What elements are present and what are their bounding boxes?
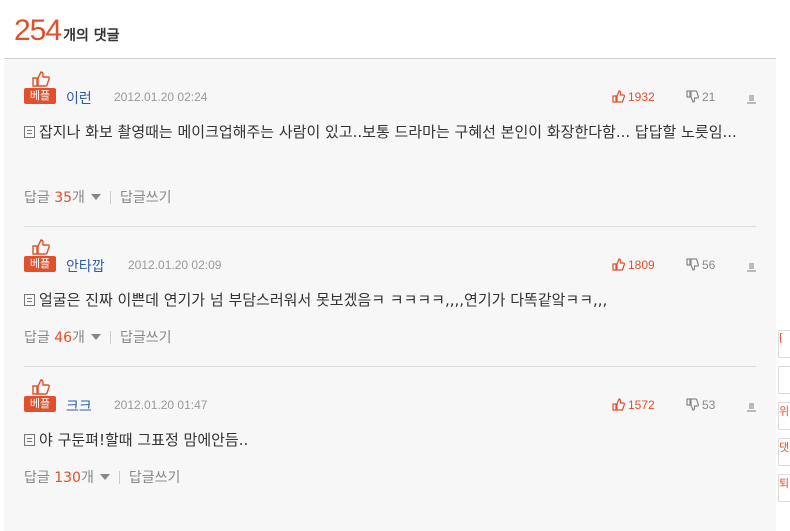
replies-toggle[interactable]: 답글 35개 [24, 190, 101, 206]
caret-down-icon [99, 474, 110, 480]
best-badge-label: 베플 [24, 256, 56, 272]
comment-text-content: 야 구둔펴!할때 그표정 맘에안듬.. [39, 431, 249, 449]
comment-nickname[interactable]: 안타깝 [66, 256, 105, 276]
thumbs-up-icon [612, 258, 625, 271]
comment-text: 잡지나 화보 촬영때는 메이크업해주는 사람이 있고..보통 드라마는 구혜선 … [24, 119, 764, 145]
comment-footer: 답글 46개 답글쓰기 [24, 327, 171, 347]
downvote-button[interactable]: 53 [686, 398, 715, 412]
comments-header: 254 개의 댓글 [14, 14, 119, 54]
downvote-count: 53 [702, 398, 716, 412]
downvote-button[interactable]: 56 [686, 258, 715, 272]
upvote-count: 1809 [628, 258, 655, 272]
upvote-count: 1932 [628, 90, 655, 104]
downvote-count: 21 [702, 90, 716, 104]
comment-nickname[interactable]: 이런 [66, 88, 92, 108]
document-icon [24, 294, 35, 306]
write-reply-link[interactable]: 답글쓰기 [120, 330, 172, 346]
report-icon[interactable] [746, 258, 757, 277]
side-tab[interactable]: [ [778, 330, 790, 358]
footer-separator [109, 331, 111, 344]
reply-count: 35 [54, 190, 73, 206]
thumbs-down-icon [686, 258, 699, 271]
report-icon[interactable] [746, 398, 757, 417]
side-tab[interactable]: 퇴 [778, 474, 790, 502]
replies-label: 답글 [24, 470, 50, 486]
upvote-button[interactable]: 1572 [612, 398, 655, 412]
comment-text-content: 얼굴은 진짜 이쁜데 연기가 넘 부담스러워서 못보겠음ㅋ ㅋㅋㅋㅋ,,,,연기… [39, 291, 608, 309]
upvote-button[interactable]: 1809 [612, 258, 655, 272]
best-comments-panel: 베플 이런 2012.01.20 02:24 1932 21 잡지나 화보 촬영… [4, 59, 776, 531]
comment-divider [24, 226, 756, 227]
upvote-button[interactable]: 1932 [612, 90, 655, 104]
comment-text: 야 구둔펴!할때 그표정 맘에안듬.. [24, 427, 764, 453]
side-tab-label: 위 [779, 405, 790, 418]
thumbs-up-icon [32, 71, 50, 87]
replies-toggle[interactable]: 답글 130개 [24, 470, 110, 486]
report-icon[interactable] [746, 90, 757, 109]
side-tab-label: 댓 [779, 441, 790, 454]
replies-label: 답글 [24, 330, 50, 346]
comment-divider [24, 366, 756, 367]
comment-count: 254 [14, 14, 62, 47]
thumbs-up-icon [32, 379, 50, 395]
write-reply-link[interactable]: 답글쓰기 [120, 190, 172, 206]
thumbs-down-icon [686, 90, 699, 103]
side-tab[interactable]: 댓 [778, 438, 790, 466]
comment-footer: 답글 130개 답글쓰기 [24, 467, 180, 487]
replies-label: 답글 [24, 190, 50, 206]
write-reply-link[interactable]: 답글쓰기 [129, 470, 181, 486]
downvote-count: 56 [702, 258, 716, 272]
side-tab-label: [ [779, 331, 784, 344]
reply-unit: 개 [80, 470, 94, 486]
reply-count: 46 [54, 330, 73, 346]
best-badge: 베플 [24, 71, 58, 104]
upvote-count: 1572 [628, 398, 655, 412]
comment-date: 2012.01.20 01:47 [114, 398, 208, 412]
comment-text-content: 잡지나 화보 촬영때는 메이크업해주는 사람이 있고..보통 드라마는 구혜선 … [39, 123, 737, 141]
comment-nickname[interactable]: 크크 [66, 396, 92, 416]
best-badge: 베플 [24, 379, 58, 412]
document-icon [24, 126, 35, 138]
comment-date: 2012.01.20 02:09 [128, 258, 222, 272]
best-badge-label: 베플 [24, 88, 56, 104]
side-tab-label: 퇴 [779, 477, 790, 490]
footer-separator [118, 471, 120, 484]
reply-unit: 개 [72, 330, 85, 346]
caret-down-icon [90, 194, 101, 200]
comment-text: 얼굴은 진짜 이쁜데 연기가 넘 부담스러워서 못보겠음ㅋ ㅋㅋㅋㅋ,,,,연기… [24, 287, 764, 313]
caret-down-icon [90, 334, 101, 340]
side-tab[interactable] [778, 366, 790, 394]
thumbs-down-icon [686, 398, 699, 411]
replies-toggle[interactable]: 답글 46개 [24, 330, 101, 346]
reply-unit: 개 [72, 190, 85, 206]
comment-count-label: 개의 댓글 [63, 28, 120, 44]
downvote-button[interactable]: 21 [686, 90, 715, 104]
comment-date: 2012.01.20 02:24 [114, 90, 208, 104]
best-badge-label: 베플 [24, 396, 56, 412]
best-badge: 베플 [24, 239, 58, 272]
thumbs-up-icon [612, 90, 625, 103]
thumbs-up-icon [32, 239, 50, 255]
comment-footer: 답글 35개 답글쓰기 [24, 187, 171, 207]
reply-count: 130 [54, 470, 81, 486]
footer-separator [109, 191, 111, 204]
side-tab[interactable]: 위 [778, 402, 790, 430]
document-icon [24, 434, 35, 446]
thumbs-up-icon [612, 398, 625, 411]
